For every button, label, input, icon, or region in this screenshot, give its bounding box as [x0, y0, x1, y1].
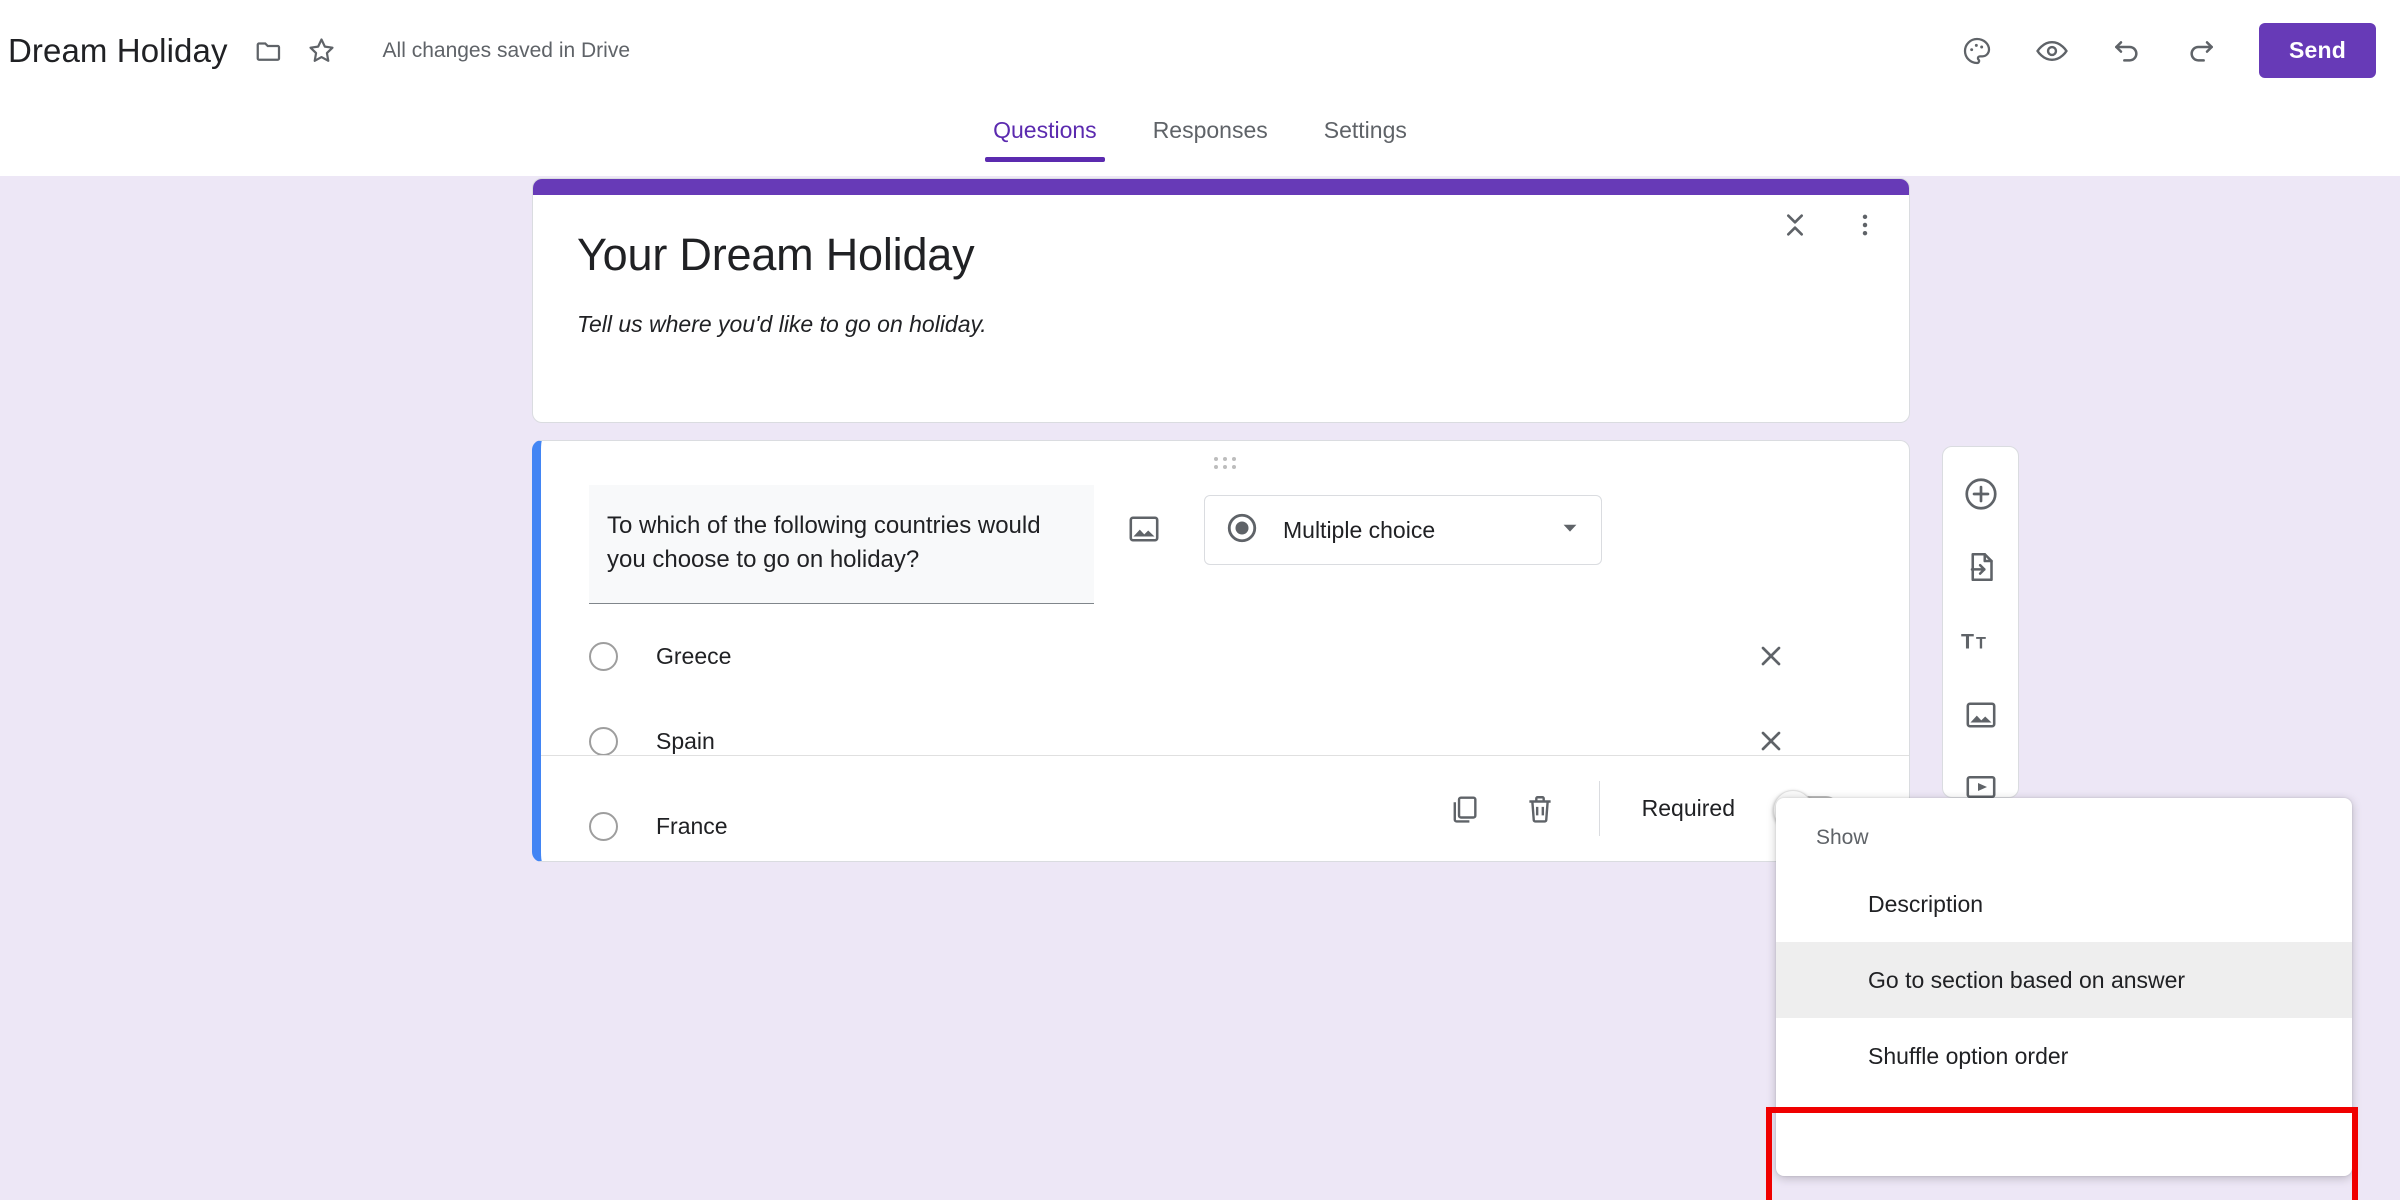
send-button[interactable]: Send: [2259, 23, 2376, 78]
collapse-icon[interactable]: [1779, 209, 1811, 241]
close-icon[interactable]: [1755, 640, 1787, 672]
question-type-value: Multiple choice: [1283, 517, 1559, 544]
add-image-icon[interactable]: [1963, 697, 1999, 733]
question-options-menu: Show Description Go to section based on …: [1776, 798, 2352, 1176]
option-label[interactable]: Greece: [656, 643, 731, 670]
more-vert-icon[interactable]: [1851, 211, 1879, 239]
form-title-body: Your Dream Holiday Tell us where you'd l…: [533, 195, 1909, 338]
app-header: Dream Holiday All changes saved in Drive: [0, 0, 2400, 101]
folder-icon[interactable]: [254, 36, 284, 66]
menu-section-label: Show: [1776, 814, 2352, 866]
footer-divider: [1599, 781, 1600, 836]
add-item-toolbar: T T: [1942, 446, 2019, 798]
palette-icon[interactable]: [1961, 35, 1993, 67]
document-title[interactable]: Dream Holiday: [8, 32, 228, 70]
question-type-select[interactable]: Multiple choice: [1204, 495, 1602, 565]
menu-item-go-to-section[interactable]: Go to section based on answer: [1776, 942, 2352, 1018]
form-title-actions: [1779, 209, 1879, 241]
question-card[interactable]: To which of the following countries woul…: [532, 440, 1910, 862]
svg-text:T: T: [1976, 635, 1986, 653]
import-questions-icon[interactable]: [1963, 549, 1999, 585]
trash-icon[interactable]: [1523, 792, 1557, 826]
drag-handle-icon[interactable]: [541, 457, 1909, 469]
app-root: Dream Holiday All changes saved in Drive: [0, 0, 2400, 1200]
chevron-down-icon: [1559, 517, 1581, 544]
tab-bar: Questions Responses Settings: [0, 101, 2400, 176]
menu-item-description[interactable]: Description: [1776, 866, 2352, 942]
close-icon[interactable]: [1755, 725, 1787, 757]
radio-outline-icon: [589, 642, 618, 671]
header-actions: Send: [1961, 0, 2400, 101]
form-title[interactable]: Your Dream Holiday: [577, 229, 1865, 281]
redo-icon[interactable]: [2185, 35, 2217, 67]
save-status: All changes saved in Drive: [383, 39, 630, 63]
form-description[interactable]: Tell us where you'd like to go on holida…: [577, 311, 1865, 338]
tab-responses[interactable]: Responses: [1125, 101, 1296, 162]
option-row[interactable]: Greece: [589, 628, 1869, 684]
svg-text:T: T: [1961, 630, 1974, 654]
question-footer: Required: [541, 755, 1909, 861]
menu-item-shuffle-option-order[interactable]: Shuffle option order: [1776, 1018, 2352, 1094]
eye-icon[interactable]: [2035, 34, 2069, 68]
form-accent-bar: [533, 179, 1909, 195]
radio-filled-icon: [1225, 511, 1259, 550]
tab-questions[interactable]: Questions: [965, 101, 1125, 162]
form-canvas: Your Dream Holiday Tell us where you'd l…: [0, 176, 2400, 1200]
radio-outline-icon: [589, 727, 618, 756]
tab-settings[interactable]: Settings: [1296, 101, 1435, 162]
form-title-card[interactable]: Your Dream Holiday Tell us where you'd l…: [532, 178, 1910, 423]
image-icon[interactable]: [1126, 511, 1162, 552]
duplicate-icon[interactable]: [1447, 792, 1481, 826]
add-title-description-icon[interactable]: T T: [1961, 621, 2001, 661]
add-question-icon[interactable]: [1962, 475, 2000, 513]
star-icon[interactable]: [306, 35, 337, 66]
question-text-input[interactable]: To which of the following countries woul…: [589, 485, 1094, 604]
undo-icon[interactable]: [2111, 35, 2143, 67]
required-label: Required: [1642, 795, 1735, 822]
option-label[interactable]: Spain: [656, 728, 715, 755]
